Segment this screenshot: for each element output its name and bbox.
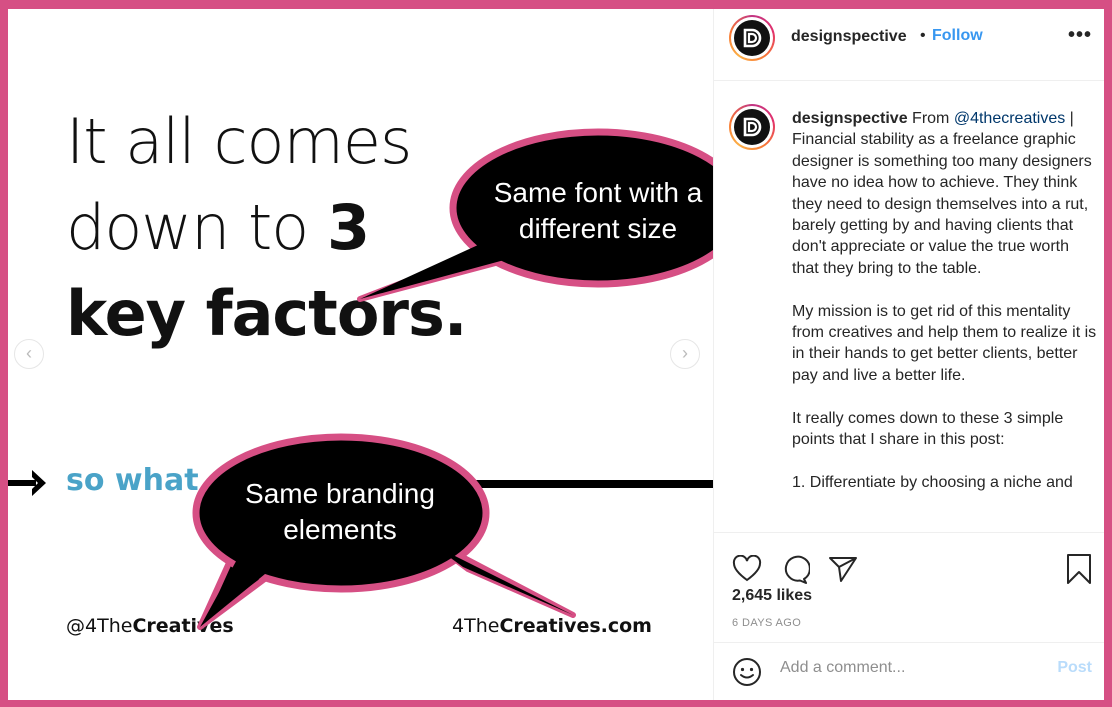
slide-divider	[428, 480, 713, 488]
avatar[interactable]	[729, 15, 775, 61]
arrow-right-icon	[8, 470, 46, 496]
handle-right-bold: Creatives.com	[499, 615, 652, 637]
follow-button[interactable]: Follow	[932, 27, 983, 45]
post-caption: designspective From @4thecreatives | Fin…	[792, 108, 1097, 515]
headline-number: 3	[326, 191, 370, 264]
caption-paragraph-2: My mission is to get rid of this mentali…	[792, 302, 1097, 384]
carousel-next-button[interactable]: ›	[670, 339, 700, 369]
header-separator: •	[920, 27, 926, 44]
header-username[interactable]: designspective	[791, 28, 907, 46]
emoji-smiley-icon[interactable]	[732, 657, 762, 692]
headline-line-2: down to 3	[66, 185, 466, 271]
handle-left-prefix: @4The	[66, 615, 133, 637]
post-image-slide: It all comes down to 3 key factors. so w…	[8, 9, 713, 700]
handle-right-prefix: 4The	[452, 615, 500, 637]
caption-scroll-area[interactable]: designspective From @4thecreatives | Fin…	[714, 82, 1104, 532]
caption-mention-link[interactable]: @4thecreatives	[954, 110, 1065, 127]
post-header: designspective • Follow •••	[714, 9, 1104, 81]
more-options-icon[interactable]: •••	[1068, 24, 1092, 47]
headline-key-factors: key factors.	[66, 277, 467, 350]
caption-paragraph-4: 1. Differentiate by choosing a niche and	[792, 473, 1073, 491]
bubble-font-text: Same font with a different size	[493, 177, 703, 244]
carousel-prev-button[interactable]: ‹	[14, 339, 44, 369]
caption-paragraph-3: It really comes down to these 3 simple p…	[792, 409, 1064, 449]
save-bookmark-icon[interactable]	[1066, 553, 1092, 590]
subline-text: so what c	[66, 463, 227, 498]
designspective-logo-icon	[743, 28, 762, 48]
screenshot-frame: It all comes down to 3 key factors. so w…	[8, 9, 1104, 700]
headline-line-2-text: down to	[66, 191, 327, 264]
comment-bar: Post	[714, 642, 1104, 700]
caption-username[interactable]: designspective	[792, 110, 908, 127]
post-comment-button[interactable]: Post	[1057, 659, 1092, 677]
bubble-branding-text: Same branding elements	[245, 478, 435, 545]
comment-icon[interactable]	[780, 555, 811, 590]
post-actions: 2,645 likes 6 DAYS AGO	[714, 532, 1104, 642]
post-timestamp: 6 DAYS AGO	[732, 617, 802, 629]
headline-line-3: key factors.	[66, 271, 467, 357]
post-side-panel: designspective • Follow ••• designspecti…	[713, 9, 1104, 700]
caption-paragraph-1: designspective From @4thecreatives | Fin…	[792, 108, 1097, 279]
share-send-icon[interactable]	[828, 555, 858, 588]
slide-handle-left: @4TheCreatives	[66, 615, 234, 637]
caption-avatar[interactable]	[729, 104, 775, 150]
comment-input[interactable]	[780, 659, 1040, 677]
designspective-logo-icon	[743, 117, 762, 137]
likes-count[interactable]: 2,645 likes	[732, 587, 812, 605]
like-heart-icon[interactable]	[732, 554, 762, 588]
caption-text-1: | Financial stability as a freelance gra…	[792, 110, 1092, 277]
slide-headline: It all comes down to 3 key factors.	[66, 99, 467, 357]
slide-handle-right: 4TheCreatives.com	[452, 615, 652, 637]
handle-left-bold: Creatives	[132, 615, 234, 637]
headline-line-1: It all comes	[66, 105, 412, 178]
caption-lead: From	[907, 110, 954, 127]
